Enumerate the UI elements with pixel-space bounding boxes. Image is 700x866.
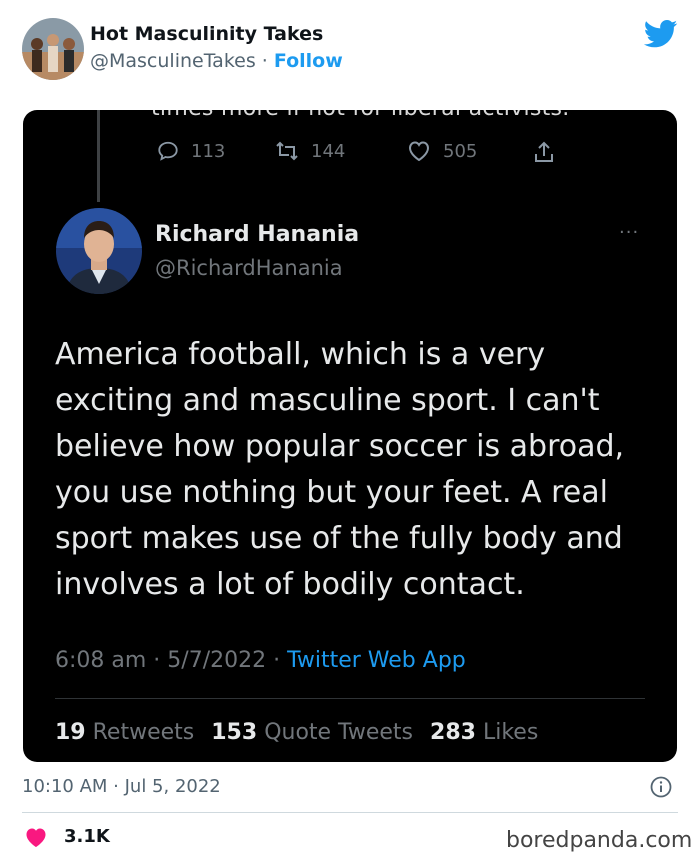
thread-line	[97, 110, 100, 202]
quoted-author-avatar	[56, 208, 142, 294]
tweet-line: you use nothing but your feet. A real	[55, 475, 608, 510]
like-label: Likes	[482, 720, 539, 745]
info-icon[interactable]	[650, 776, 672, 798]
quote-tweet-label: Quote Tweets	[264, 720, 414, 745]
twitter-bird-icon[interactable]	[644, 20, 678, 48]
embed-header: Hot Masculinity Takes @MasculineTakes · …	[0, 0, 700, 100]
previous-tweet-fragment: times more if not for liberal activists.	[151, 110, 570, 121]
retweet-count: 144	[311, 140, 346, 162]
tweet-line: involves a lot of bodily contact.	[55, 567, 525, 602]
share-icon	[535, 141, 553, 162]
follow-button[interactable]: Follow	[274, 50, 343, 72]
tweet-line: believe how popular soccer is abroad,	[55, 429, 625, 464]
like-total: 283	[430, 720, 476, 745]
heart-outline-icon	[408, 141, 430, 162]
author-avatar[interactable]	[22, 18, 84, 80]
more-options-icon: ···	[619, 222, 640, 243]
tweet-screenshot: times more if not for liberal activists.…	[23, 110, 677, 762]
embed-timestamp[interactable]: 10:10 AM · Jul 5, 2022	[22, 776, 221, 797]
author-name[interactable]: Hot Masculinity Takes	[90, 23, 323, 45]
quoted-tweet-text: America football, which is a very exciti…	[55, 332, 665, 608]
source-app: Twitter Web App	[287, 648, 466, 673]
footer-divider	[22, 812, 678, 813]
retweet-action: 144	[275, 140, 345, 162]
like-count: 505	[443, 140, 478, 162]
tweet-line: exciting and masculine sport. I can't	[55, 383, 600, 418]
quoted-stats: 19 Retweets 153 Quote Tweets 283 Likes	[55, 720, 538, 745]
retweet-label: Retweets	[92, 720, 195, 745]
share-action	[533, 140, 555, 164]
author-handle-line: @MasculineTakes · Follow	[90, 50, 343, 72]
divider	[55, 698, 645, 699]
retweet-icon	[276, 141, 298, 161]
author-handle[interactable]: @MasculineTakes	[90, 50, 256, 72]
reply-count: 113	[191, 140, 226, 162]
like-total-count[interactable]: 3.1K	[64, 826, 110, 847]
quote-tweet-total: 153	[211, 720, 258, 745]
separator: ·	[255, 50, 274, 72]
watermark: boredpanda.com	[506, 828, 693, 853]
retweet-total: 19	[55, 720, 86, 745]
heart-icon[interactable]	[24, 826, 48, 848]
quoted-author-name: Richard Hanania	[155, 222, 360, 247]
quoted-timestamp: 6:08 am · 5/7/2022 · Twitter Web App	[55, 648, 466, 673]
quoted-time: 6:08 am · 5/7/2022 ·	[55, 648, 288, 673]
reply-icon	[158, 141, 178, 161]
tweet-line: America football, which is a very	[55, 337, 546, 372]
like-action: 505	[407, 140, 477, 162]
reply-action: 113	[157, 140, 225, 162]
tweet-line: sport makes use of the fully body and	[55, 521, 623, 556]
quoted-author-handle: @RichardHanania	[155, 256, 343, 280]
